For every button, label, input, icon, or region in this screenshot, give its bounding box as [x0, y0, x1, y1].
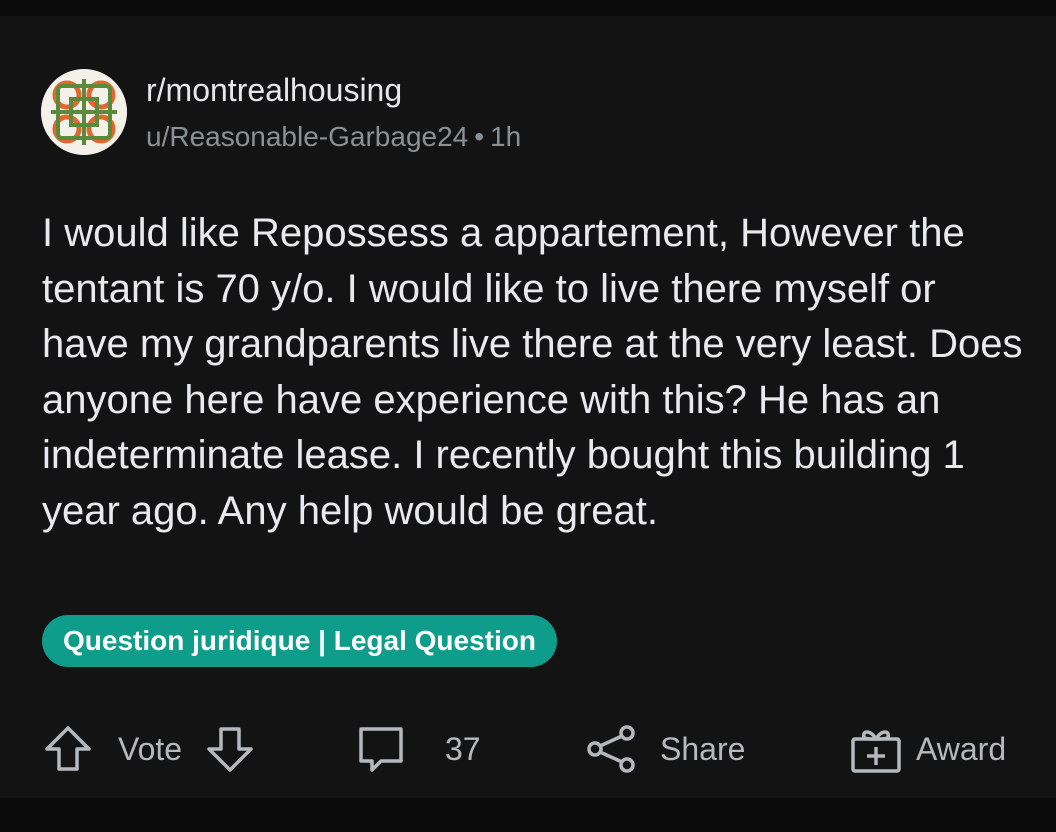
subreddit-logo-icon[interactable]	[41, 69, 127, 155]
post-flair[interactable]: Question juridique | Legal Question	[42, 615, 557, 667]
comments-button[interactable]: 37	[355, 722, 481, 776]
author-link[interactable]: u/Reasonable-Garbage24	[146, 121, 468, 152]
post-time: 1h	[490, 121, 522, 152]
award-label: Award	[916, 730, 1007, 767]
gift-icon	[850, 723, 902, 775]
share-label: Share	[660, 730, 746, 767]
arrow-up-icon[interactable]	[42, 723, 94, 775]
subreddit-name[interactable]: r/montrealhousing	[146, 72, 402, 109]
bottom-edge	[0, 798, 1056, 832]
award-button[interactable]: Award	[850, 722, 1006, 776]
share-button[interactable]: Share	[586, 722, 745, 776]
vote-label: Vote	[118, 730, 183, 767]
post-meta: u/Reasonable-Garbage24 • 1h	[146, 121, 521, 153]
post-card[interactable]: r/montrealhousing u/Reasonable-Garbage24…	[0, 16, 1056, 798]
vote-group: Vote	[42, 722, 256, 776]
post-title[interactable]: I would like Repossess a appartement, Ho…	[42, 206, 1032, 539]
comment-count: 37	[445, 730, 481, 767]
arrow-down-icon[interactable]	[204, 723, 256, 775]
comment-bubble-icon	[355, 723, 407, 775]
top-edge	[0, 0, 1056, 16]
meta-separator: •	[474, 121, 485, 152]
share-icon	[586, 723, 638, 775]
